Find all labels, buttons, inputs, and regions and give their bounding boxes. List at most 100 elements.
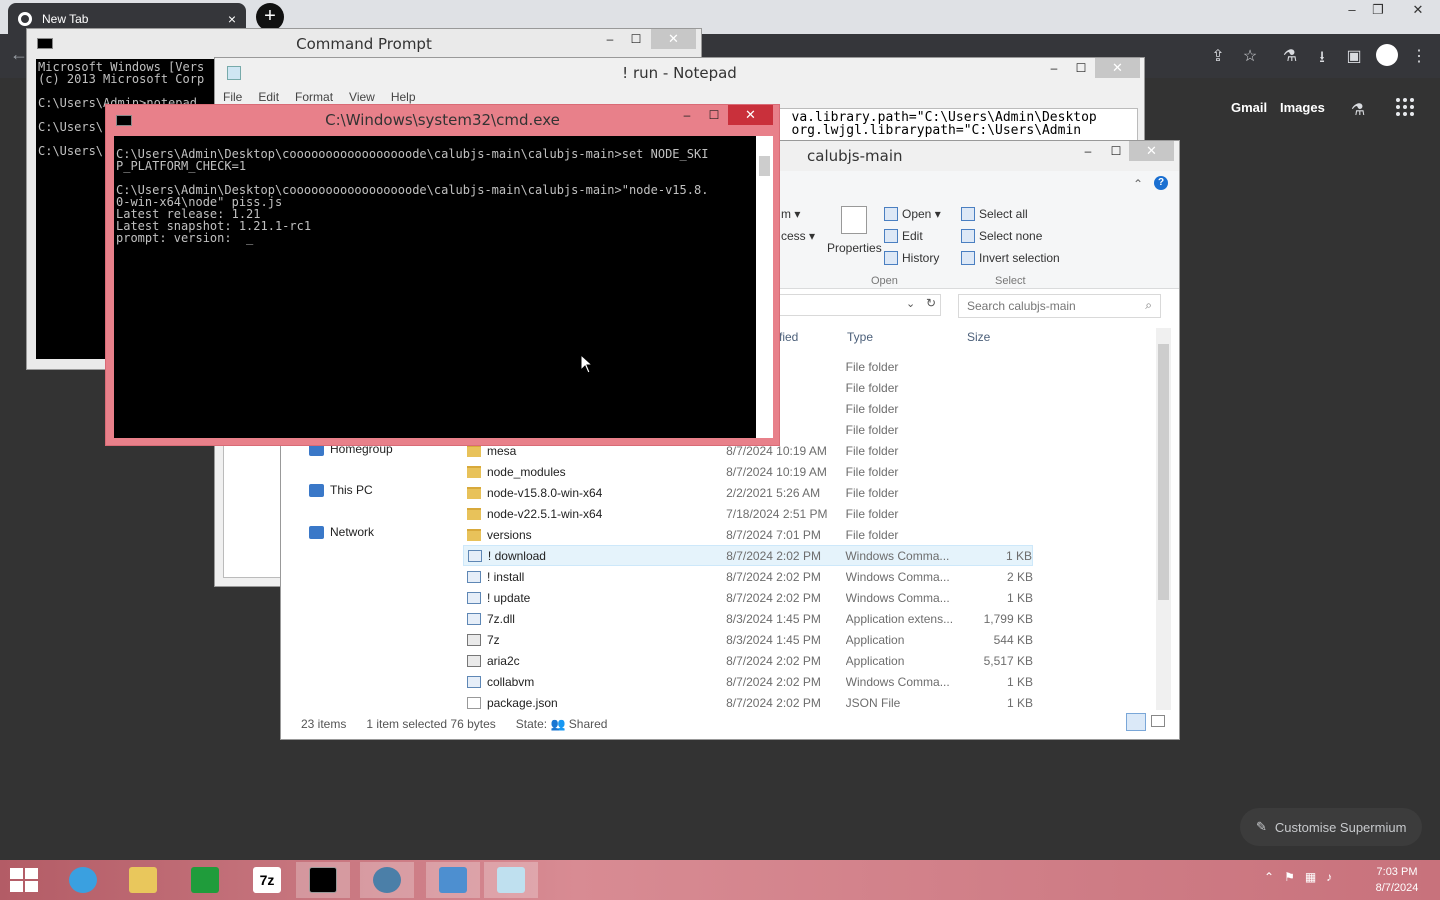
column-date-modified[interactable]: fied xyxy=(779,330,798,344)
menu-file[interactable]: File xyxy=(223,90,242,104)
titlebar[interactable]: Command Prompt – ☐ ✕ xyxy=(27,29,701,59)
select-none-label: Select none xyxy=(979,229,1043,243)
file-name: package.json xyxy=(486,695,558,710)
file-row[interactable]: node_modules 8/7/2024 10:19 AM File folder xyxy=(463,461,1033,482)
file-size: 544 KB xyxy=(993,632,1033,647)
close-button[interactable]: ✕ xyxy=(1129,141,1174,161)
file-row[interactable]: node-v15.8.0-win-x64 2/2/2021 5:26 AM File… xyxy=(463,482,1033,503)
labs-icon[interactable]: ⚗ xyxy=(1347,100,1369,120)
profile-avatar-icon[interactable] xyxy=(1376,44,1398,66)
taskbar-notepad[interactable] xyxy=(484,862,538,898)
file-row[interactable]: 7z.dll 8/3/2024 1:45 PM Application extens… xyxy=(463,608,1033,629)
file-name: aria2c xyxy=(486,653,520,668)
close-button[interactable]: ✕ xyxy=(651,29,696,49)
taskbar-monitor[interactable] xyxy=(426,862,480,898)
select-none-button[interactable]: Select none xyxy=(961,229,1042,243)
help-icon[interactable]: ? xyxy=(1154,176,1168,190)
new-tab-button[interactable]: + xyxy=(256,3,284,31)
tab-close-button[interactable]: × xyxy=(228,11,236,27)
file-row[interactable]: package.json 8/7/2024 2:02 PM JSON File 1 K… xyxy=(463,692,1033,713)
close-button[interactable]: ✕ xyxy=(728,105,773,125)
console-scrollbar[interactable] xyxy=(756,136,773,438)
file-date: 8/7/2024 2:02 PM xyxy=(726,548,821,563)
item-count: 23 items xyxy=(301,717,347,731)
cmd-exe-window[interactable]: C:\Windows\system32\cmd.exe – ☐ ✕ C:\Use… xyxy=(105,104,780,446)
ribbon-collapse-icon[interactable]: ⌃ xyxy=(1133,177,1143,191)
download-icon[interactable]: ⭳ xyxy=(1311,46,1333,73)
maximize-button[interactable]: ☐ xyxy=(1103,141,1129,161)
taskbar-browser[interactable] xyxy=(360,862,414,898)
taskbar-7zip[interactable]: 7z xyxy=(240,862,294,898)
open-button[interactable]: Open ▾ xyxy=(884,207,941,221)
maximize-button[interactable]: ☐ xyxy=(623,29,649,49)
invert-selection-button[interactable]: Invert selection xyxy=(961,251,1060,265)
file-row[interactable]: 7z 8/3/2024 1:45 PM Application 544 KB xyxy=(463,629,1033,650)
maximize-button[interactable]: ☐ xyxy=(1068,58,1094,78)
taskbar-cmd[interactable] xyxy=(296,862,350,898)
file-row[interactable]: collabvm 8/7/2024 2:02 PM Windows Comma...… xyxy=(463,671,1033,692)
file-row[interactable]: ! update 8/7/2024 2:02 PM Windows Comma...… xyxy=(463,587,1033,608)
taskbar-internet-explorer[interactable] xyxy=(56,862,110,898)
column-type[interactable]: Type xyxy=(847,330,873,344)
search-input[interactable]: Search calubjs-main ⌕ xyxy=(958,294,1161,318)
edit-button[interactable]: Edit xyxy=(884,229,923,243)
move-to-dropdown[interactable]: m ▾ xyxy=(781,207,800,221)
address-dropdown-icon[interactable]: ⌄ xyxy=(906,297,915,310)
7zip-icon: 7z xyxy=(253,867,281,893)
console-output[interactable]: C:\Users\Admin\Desktop\coooooooooooooooo… xyxy=(114,136,756,438)
scrollbar-thumb[interactable] xyxy=(759,156,770,176)
labs-flask-icon[interactable]: ⚗ xyxy=(1279,46,1301,66)
action-center-icon[interactable]: ⚑ xyxy=(1284,870,1295,884)
browser-restore-button[interactable]: ❐ xyxy=(1362,0,1394,20)
titlebar[interactable]: C:\Windows\system32\cmd.exe – ☐ ✕ xyxy=(106,105,779,135)
properties-icon[interactable] xyxy=(841,206,867,234)
details-view-icon[interactable] xyxy=(1126,713,1146,731)
google-apps-icon[interactable] xyxy=(1396,98,1414,116)
taskbar-store[interactable] xyxy=(178,862,232,898)
search-icon[interactable]: ⌕ xyxy=(1145,298,1152,313)
menu-kebab-icon[interactable]: ⋮ xyxy=(1408,46,1430,66)
file-row[interactable]: versions 8/7/2024 7:01 PM File folder xyxy=(463,524,1033,545)
column-size[interactable]: Size xyxy=(967,330,990,344)
minimize-button[interactable]: – xyxy=(1041,58,1067,78)
nav-item-this-pc[interactable]: This PC xyxy=(309,483,373,497)
easy-access-dropdown[interactable]: cess ▾ xyxy=(781,229,815,243)
share-icon[interactable]: ⇪ xyxy=(1207,46,1229,66)
properties-button[interactable]: Properties xyxy=(827,241,882,255)
minimize-button[interactable]: – xyxy=(597,29,623,49)
menu-view[interactable]: View xyxy=(349,90,375,104)
titlebar[interactable]: ! run - Notepad – ☐ ✕ xyxy=(215,58,1144,88)
file-row[interactable]: ! install 8/7/2024 2:02 PM Windows Comma..… xyxy=(463,566,1033,587)
file-row[interactable]: node-v22.5.1-win-x64 7/18/2024 2:51 PM Fil… xyxy=(463,503,1033,524)
vertical-scrollbar[interactable] xyxy=(1156,328,1171,710)
network-status-icon[interactable]: ▦ xyxy=(1305,870,1316,884)
large-icons-view-icon[interactable] xyxy=(1151,715,1165,727)
volume-icon[interactable]: ♪ xyxy=(1326,870,1332,884)
gmail-link[interactable]: Gmail xyxy=(1231,100,1267,115)
select-all-button[interactable]: Select all xyxy=(961,207,1028,221)
minimize-button[interactable]: – xyxy=(674,105,700,125)
images-link[interactable]: Images xyxy=(1280,100,1325,115)
clock[interactable]: 7:03 PM 8/7/2024 xyxy=(1365,864,1429,896)
star-icon[interactable]: ☆ xyxy=(1239,46,1261,66)
refresh-icon[interactable]: ↻ xyxy=(926,296,936,310)
scrollbar-thumb[interactable] xyxy=(1158,344,1169,600)
close-button[interactable]: ✕ xyxy=(1095,58,1140,78)
maximize-button[interactable]: ☐ xyxy=(701,105,727,125)
file-type: File folder xyxy=(845,506,899,521)
file-row[interactable]: aria2c 8/7/2024 2:02 PM Application 5,517 K… xyxy=(463,650,1033,671)
customise-supermium-button[interactable]: ✎ Customise Supermium xyxy=(1240,808,1422,846)
tray-chevron-icon[interactable]: ⌃ xyxy=(1264,870,1274,884)
minimize-button[interactable]: – xyxy=(1075,141,1101,161)
start-button[interactable] xyxy=(10,868,38,892)
menu-help[interactable]: Help xyxy=(391,90,416,104)
menu-edit[interactable]: Edit xyxy=(258,90,279,104)
taskbar-file-explorer[interactable] xyxy=(116,862,170,898)
menu-format[interactable]: Format xyxy=(295,90,333,104)
file-row[interactable]: ! download 8/7/2024 2:02 PM Windows Comma.… xyxy=(463,545,1033,566)
nav-item-network[interactable]: Network xyxy=(309,525,374,539)
history-button[interactable]: History xyxy=(884,251,939,265)
browser-close-button[interactable]: ✕ xyxy=(1398,0,1438,20)
side-panel-icon[interactable]: ▣ xyxy=(1343,46,1365,66)
file-type: File folder xyxy=(845,443,899,458)
